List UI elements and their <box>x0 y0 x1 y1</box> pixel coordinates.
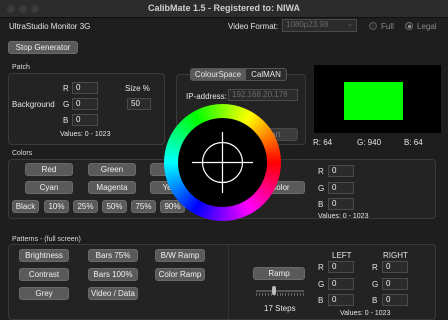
right-r-input[interactable]: 0 <box>382 261 408 273</box>
steps-slider-ticks <box>256 293 304 297</box>
colors-b-label: B <box>318 200 324 209</box>
slider-tick <box>276 293 278 296</box>
ip-address-label: IP-address: <box>186 92 227 101</box>
slider-tick <box>300 293 302 296</box>
video-format-value: 1080p23.98 <box>286 20 329 29</box>
magenta-button[interactable]: Magenta <box>88 181 136 194</box>
video-format-label: Video Format: <box>228 22 279 31</box>
slider-tick <box>267 293 269 296</box>
patch-b-input[interactable]: 0 <box>72 114 98 126</box>
left-b-input[interactable]: 0 <box>328 294 354 306</box>
slider-tick <box>297 293 299 296</box>
left-g-input[interactable]: 0 <box>328 278 354 290</box>
radio-dot-icon <box>408 25 411 28</box>
right-g-label: G <box>372 280 379 289</box>
ip-address-input[interactable]: 192.168.20.178 <box>228 89 298 101</box>
left-label: LEFT <box>332 251 352 260</box>
slider-tick <box>285 293 287 296</box>
tab-colourspace[interactable]: ColourSpace <box>190 68 246 81</box>
patterns-title: Patterns - (full screen) <box>12 236 81 243</box>
left-r-input[interactable]: 0 <box>328 261 354 273</box>
preview-b-value: B: 64 <box>404 138 423 147</box>
grey-25-button[interactable]: 25% <box>73 200 98 213</box>
preview-g-value: G: 940 <box>357 138 382 147</box>
patch-g-input[interactable]: 0 <box>72 98 98 110</box>
steps-slider-handle[interactable] <box>272 286 276 295</box>
legal-radio[interactable] <box>405 22 413 30</box>
grey-75-button[interactable]: 75% <box>131 200 156 213</box>
patch-r-input[interactable]: 0 <box>72 82 98 94</box>
right-r-label: R <box>372 263 378 272</box>
colors-title: Colors <box>12 150 33 157</box>
patch-b-label: B <box>63 116 69 125</box>
green-button[interactable]: Green <box>88 163 136 176</box>
video-format-select[interactable]: 1080p23.98 ⌄ <box>282 19 357 32</box>
grey-10-button[interactable]: 10% <box>44 200 69 213</box>
left-r-label: R <box>318 263 324 272</box>
size-input[interactable]: 50 <box>127 98 151 110</box>
colors-values-note: Values: 0 - 1023 <box>318 213 369 220</box>
left-g-label: G <box>318 280 325 289</box>
slider-tick <box>294 293 296 296</box>
legal-label: Legal <box>417 22 437 31</box>
colors-b-input[interactable]: 0 <box>328 198 354 210</box>
background-label: Background <box>12 100 55 109</box>
grey-50-button[interactable]: 50% <box>102 200 127 213</box>
bw-ramp-button[interactable]: B/W Ramp <box>155 249 205 262</box>
patterns-divider <box>228 244 229 320</box>
colors-g-label: G <box>318 184 325 193</box>
bars-75-button[interactable]: Bars 75% <box>88 249 138 262</box>
stop-generator-button[interactable]: Stop Generator <box>8 41 78 54</box>
left-b-label: B <box>318 296 324 305</box>
color-wheel-center <box>178 118 267 207</box>
colors-r-input[interactable]: 0 <box>328 165 354 177</box>
preview-color-swatch <box>344 82 403 120</box>
ramp-button[interactable]: Ramp <box>253 267 305 280</box>
patterns-values-note: Values: 0 - 1023 <box>340 310 391 317</box>
slider-tick <box>291 293 293 296</box>
contrast-button[interactable]: Contrast <box>19 268 69 281</box>
brightness-button[interactable]: Brightness <box>19 249 69 262</box>
slider-tick <box>256 293 257 296</box>
patch-r-label: R <box>63 84 69 93</box>
right-b-label: B <box>372 296 378 305</box>
slider-tick <box>279 293 281 296</box>
slider-tick <box>258 293 260 296</box>
ip-address-placeholder: 192.168.20.178 <box>232 90 288 99</box>
patch-title: Patch <box>12 64 30 71</box>
slider-tick <box>288 293 290 296</box>
chevron-down-icon: ⌄ <box>347 21 353 28</box>
red-button[interactable]: Red <box>25 163 73 176</box>
color-wheel[interactable] <box>164 104 281 221</box>
slider-tick <box>282 293 284 296</box>
patch-g-label: G <box>63 100 70 109</box>
preview-r-value: R: 64 <box>313 138 333 147</box>
bars-100-button[interactable]: Bars 100% <box>88 268 138 281</box>
video-data-button[interactable]: Video / Data <box>88 287 138 300</box>
right-b-input[interactable]: 0 <box>382 294 408 306</box>
preview-panel <box>314 65 441 133</box>
steps-slider[interactable] <box>256 290 304 292</box>
color-ramp-button[interactable]: Color Ramp <box>155 268 205 281</box>
crosshair-icon <box>192 132 253 193</box>
grey-pattern-button[interactable]: Grey <box>19 287 69 300</box>
full-label: Full <box>381 22 394 31</box>
tab-calman[interactable]: CalMAN <box>245 68 287 81</box>
title-bar: CalibMate 1.5 - Registered to: NIWA <box>0 0 448 18</box>
steps-label: 17 Steps <box>264 304 296 313</box>
black-button[interactable]: Black <box>12 200 39 213</box>
cyan-button[interactable]: Cyan <box>25 181 73 194</box>
colors-g-input[interactable]: 0 <box>328 182 354 194</box>
right-label: RIGHT <box>383 251 408 260</box>
slider-tick <box>261 293 263 296</box>
size-label: Size % <box>125 84 150 93</box>
slider-tick <box>264 293 266 296</box>
full-radio[interactable] <box>369 22 377 30</box>
slider-tick <box>303 293 304 296</box>
colors-r-label: R <box>318 167 324 176</box>
window-title: CalibMate 1.5 - Registered to: NIWA <box>147 3 301 13</box>
device-name: UltraStudio Monitor 3G <box>9 22 91 31</box>
right-g-input[interactable]: 0 <box>382 278 408 290</box>
patch-values-note: Values: 0 - 1023 <box>60 131 111 138</box>
